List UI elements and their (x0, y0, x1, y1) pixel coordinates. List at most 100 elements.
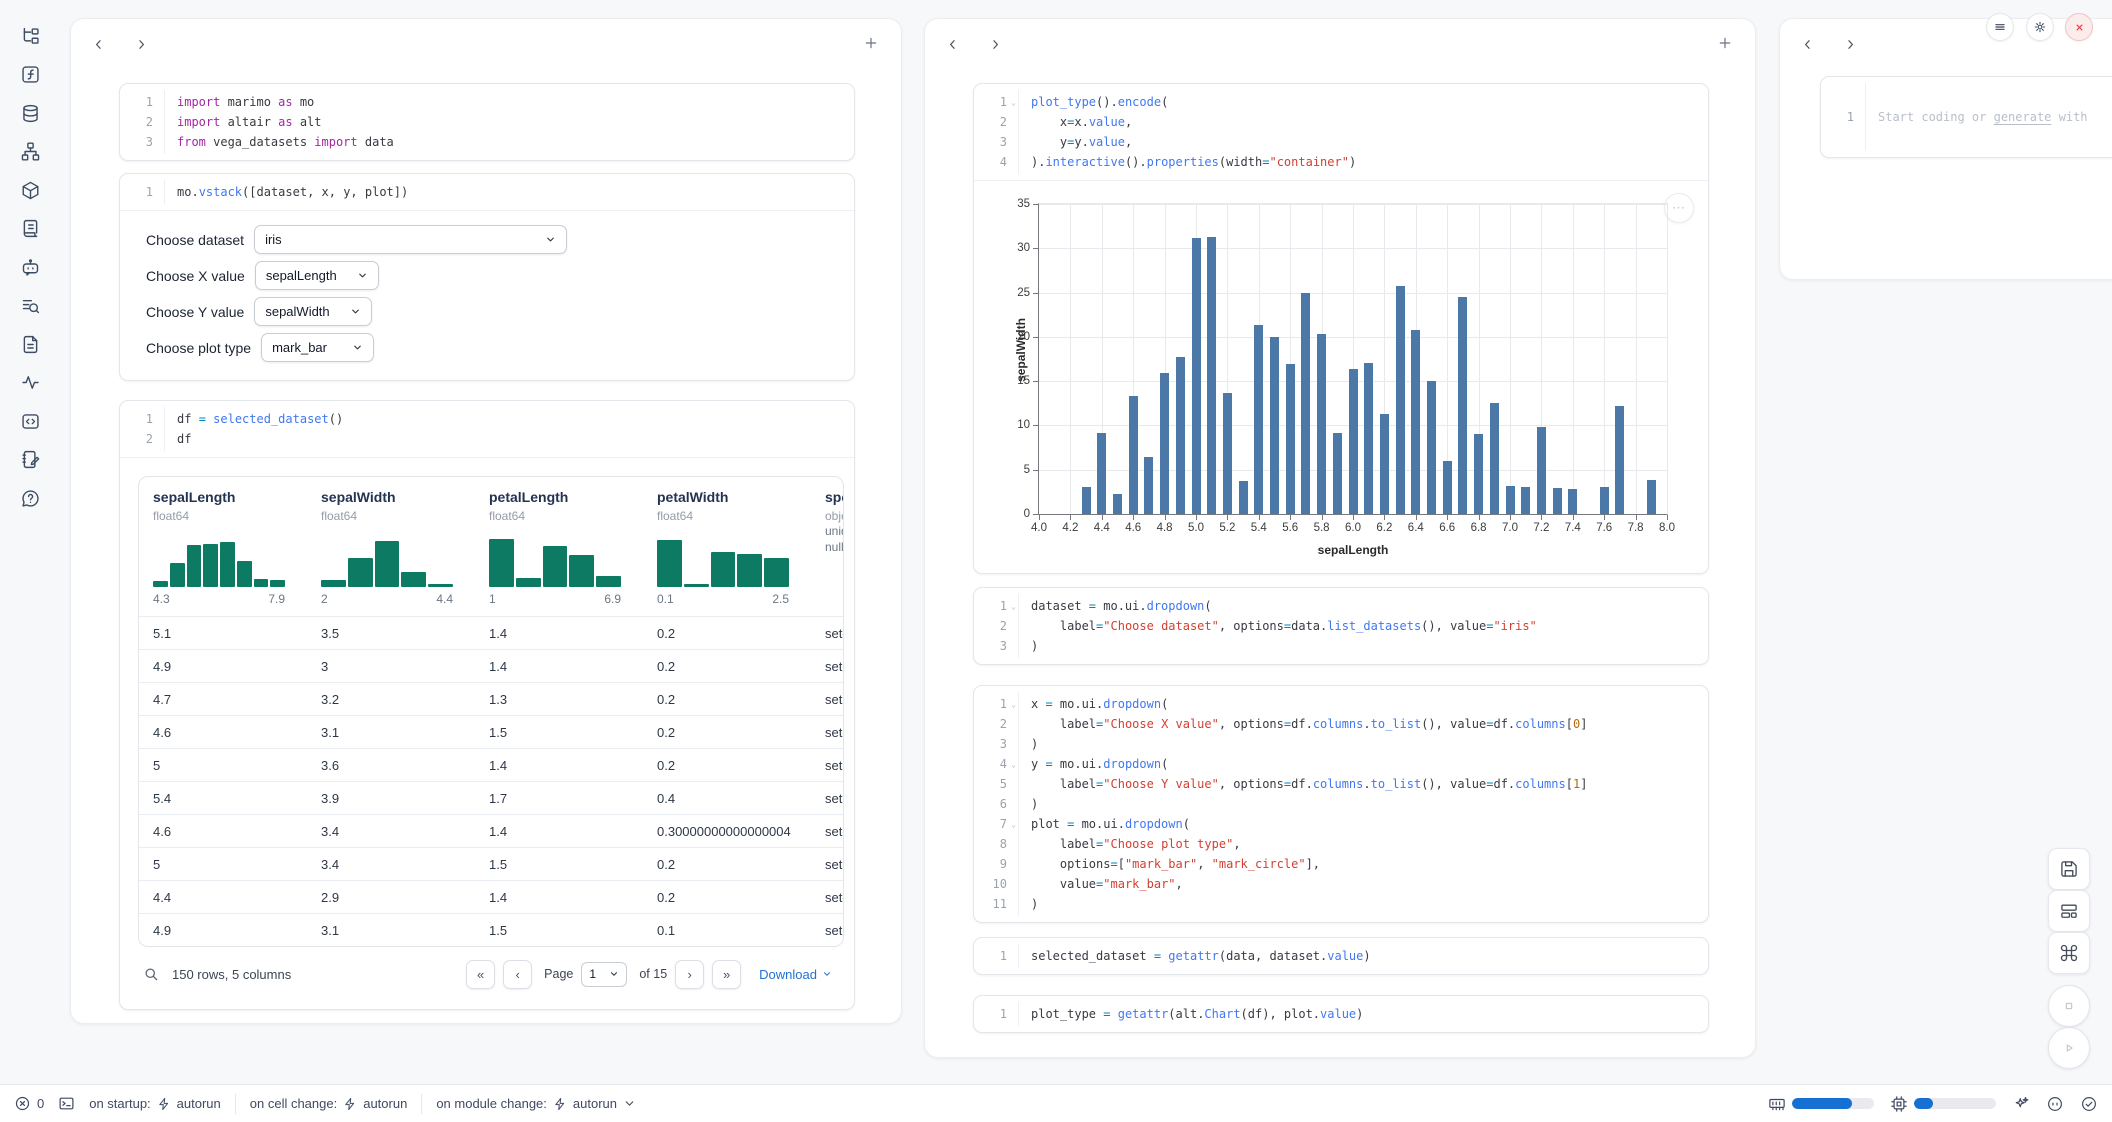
table-row[interactable]: 5.43.91.70.4setosa (139, 781, 843, 814)
table-row[interactable]: 53.41.50.2setosa (139, 847, 843, 880)
table-row[interactable]: 4.73.21.30.2setosa (139, 682, 843, 715)
code-editor-vstack[interactable]: 1mo.vstack([dataset, x, y, plot]) (120, 174, 854, 210)
fold-chevron-icon[interactable]: ⌄ (1011, 93, 1016, 113)
code-line[interactable]: 1plot_type = getattr(alt.Chart(df), plot… (974, 1004, 1708, 1024)
next-page-button[interactable]: › (675, 960, 704, 989)
code-editor-dataset[interactable]: 1⌄dataset = mo.ui.dropdown(2 label="Choo… (974, 588, 1708, 664)
code-line[interactable]: 8 label="Choose plot type", (974, 834, 1708, 854)
table-row[interactable]: 5.13.51.40.2setosa (139, 616, 843, 649)
code-line[interactable]: 3 y=y.value, (974, 132, 1708, 152)
code-line[interactable]: 10 value="mark_bar", (974, 874, 1708, 894)
terminal-button[interactable] (58, 1095, 75, 1112)
on-cell-change-config[interactable]: on cell change: autorun (250, 1096, 408, 1111)
logs-icon[interactable] (18, 217, 42, 241)
code-line[interactable]: 1df = selected_dataset() (120, 409, 854, 429)
code-line[interactable]: 3) (974, 636, 1708, 656)
fold-chevron-icon[interactable]: ⌄ (1011, 755, 1016, 775)
memory-usage[interactable] (1768, 1095, 1874, 1113)
code-line[interactable]: 2import altair as alt (120, 112, 854, 132)
tracing-icon[interactable] (18, 371, 42, 395)
functions-icon[interactable] (18, 63, 42, 87)
documentation-icon[interactable] (18, 332, 42, 356)
table-column-header[interactable]: sepalWidthfloat6424.4 (307, 477, 475, 616)
connection-status-button[interactable] (2080, 1095, 2098, 1113)
column-prev-button[interactable] (945, 37, 960, 52)
layout-button[interactable] (2048, 890, 2090, 932)
table-row[interactable]: 4.63.11.50.2setosa (139, 715, 843, 748)
packages-icon[interactable] (18, 178, 42, 202)
dataset-select[interactable]: iris (254, 225, 567, 254)
table-row[interactable]: 4.42.91.40.2setosa (139, 880, 843, 913)
code-line[interactable]: 1selected_dataset = getattr(data, datase… (974, 946, 1708, 966)
column-next-button[interactable] (1843, 37, 1858, 52)
notebook-menu-button[interactable] (1986, 13, 2014, 41)
chart-plot[interactable]: sepalWidth 051015202530354.04.24.44.64.8… (1038, 203, 1668, 515)
code-line[interactable]: 3) (974, 734, 1708, 754)
error-count-badge[interactable]: 0 (14, 1095, 44, 1112)
code-editor-plottype[interactable]: 1plot_type = getattr(alt.Chart(df), plot… (974, 996, 1708, 1032)
on-module-change-config[interactable]: on module change: autorun (436, 1096, 636, 1111)
code-line[interactable]: 9 options=["mark_bar", "mark_circle"], (974, 854, 1708, 874)
column-prev-button[interactable] (91, 37, 106, 52)
add-cell-button[interactable] (863, 35, 879, 51)
code-line[interactable]: 2df (120, 429, 854, 449)
close-button[interactable] (2065, 13, 2093, 41)
datasources-icon[interactable] (18, 101, 42, 125)
code-line[interactable]: 3from vega_datasets import data (120, 132, 854, 152)
dependency-graph-icon[interactable] (18, 140, 42, 164)
fold-chevron-icon[interactable]: ⌄ (1011, 695, 1016, 715)
last-page-button[interactable]: » (712, 960, 741, 989)
code-line[interactable]: 11) (974, 894, 1708, 914)
on-startup-config[interactable]: on startup: autorun (89, 1096, 221, 1111)
plot-type-select[interactable]: mark_bar (261, 333, 374, 362)
command-palette-button[interactable] (2048, 932, 2090, 974)
table-column-header[interactable]: petalWidthfloat640.12.5 (643, 477, 811, 616)
help-icon[interactable] (18, 486, 42, 510)
prev-page-button[interactable]: ‹ (503, 960, 532, 989)
settings-gear-button[interactable] (2026, 13, 2054, 41)
code-line[interactable]: 6) (974, 794, 1708, 814)
page-select[interactable]: 1 (581, 962, 627, 987)
code-line[interactable]: 1⌄x = mo.ui.dropdown( (974, 694, 1708, 714)
outline-search-icon[interactable] (18, 294, 42, 318)
download-button[interactable]: Download (759, 967, 832, 982)
table-row[interactable]: 4.93.11.50.1setosa (139, 913, 843, 946)
snippets-icon[interactable] (18, 409, 42, 433)
code-line[interactable]: 4⌄y = mo.ui.dropdown( (974, 754, 1708, 774)
file-explorer-icon[interactable] (18, 24, 42, 48)
code-line[interactable]: 2 label="Choose dataset", options=data.l… (974, 616, 1708, 636)
column-prev-button[interactable] (1800, 37, 1815, 52)
save-button[interactable] (2048, 848, 2090, 890)
code-editor-df[interactable]: 1df = selected_dataset()2df (120, 401, 854, 457)
fold-chevron-icon[interactable]: ⌄ (1011, 597, 1016, 617)
code-line[interactable]: 1⌄plot_type().encode( (974, 92, 1708, 112)
table-column-header[interactable]: petalLengthfloat6416.9 (475, 477, 643, 616)
code-editor-xyplot[interactable]: 1⌄x = mo.ui.dropdown(2 label="Choose X v… (974, 686, 1708, 922)
code-line[interactable]: 5 label="Choose Y value", options=df.col… (974, 774, 1708, 794)
ai-assist-button[interactable] (2012, 1095, 2030, 1113)
stop-button[interactable] (2048, 985, 2090, 1027)
copilot-status-button[interactable] (2046, 1095, 2064, 1113)
add-cell-button[interactable] (1717, 35, 1733, 51)
code-line[interactable]: 2 x=x.value, (974, 112, 1708, 132)
code-editor-plot[interactable]: 1⌄plot_type().encode(2 x=x.value,3 y=y.v… (974, 84, 1708, 180)
search-icon[interactable] (142, 965, 160, 983)
column-next-button[interactable] (134, 37, 149, 52)
code-line[interactable]: 1import marimo as mo (120, 92, 854, 112)
code-editor-empty[interactable]: 1Start coding or generate with (1821, 77, 2112, 157)
cpu-usage[interactable] (1890, 1095, 1996, 1113)
code-editor-imports[interactable]: 1import marimo as mo2import altair as al… (120, 84, 854, 160)
first-page-button[interactable]: « (466, 960, 495, 989)
table-column-header[interactable]: sepalLengthfloat644.37.9 (139, 477, 307, 616)
table-column-header[interactable]: speciesobjectunique:nulls: (811, 477, 844, 616)
table-row[interactable]: 53.61.40.2setosa (139, 748, 843, 781)
code-line[interactable]: 7⌄plot = mo.ui.dropdown( (974, 814, 1708, 834)
code-line[interactable]: 1mo.vstack([dataset, x, y, plot]) (120, 182, 854, 202)
scratchpad-icon[interactable] (18, 448, 42, 472)
chart-menu-button[interactable]: ⋯ (1664, 193, 1694, 223)
code-line[interactable]: 1Start coding or generate with (1821, 107, 2112, 127)
code-line[interactable]: 2 label="Choose X value", options=df.col… (974, 714, 1708, 734)
run-all-button[interactable] (2048, 1027, 2090, 1069)
column-next-button[interactable] (988, 37, 1003, 52)
code-line[interactable]: 1⌄dataset = mo.ui.dropdown( (974, 596, 1708, 616)
